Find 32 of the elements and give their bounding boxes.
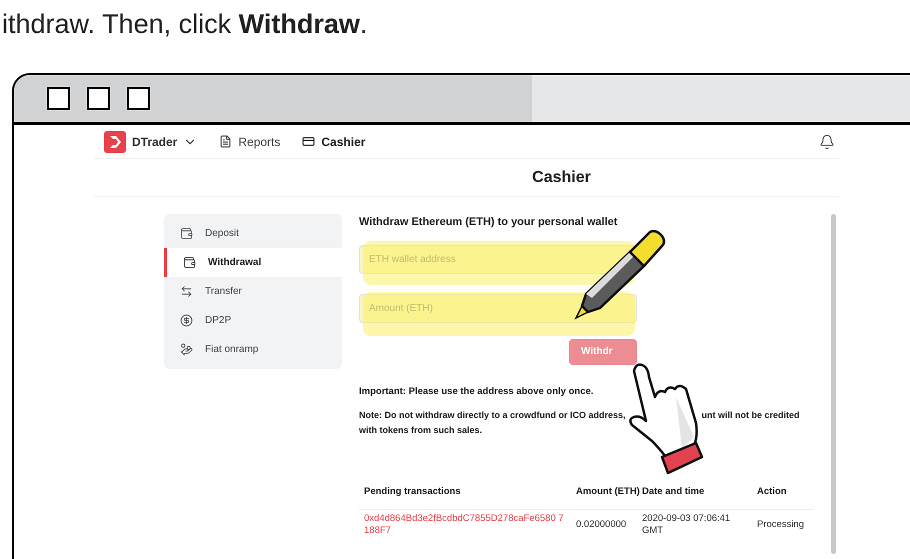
instruction-text: ithdraw. Then, click Withdraw. (2, 8, 368, 41)
page-title: Cashier (531, 168, 591, 188)
note-text: unt will not be credited (702, 408, 800, 422)
column-header: Amount (ETH) (576, 485, 641, 500)
document-icon (219, 135, 232, 148)
sidebar-item[interactable]: DP2P (164, 306, 342, 335)
column-header: Action (757, 485, 788, 500)
table-cell[interactable]: 0xd4d864Bd3e2fBcdbdC7855D278caFe6580 7188F7 (359, 512, 576, 537)
nav-link[interactable]: Cashier (302, 132, 366, 150)
window-control-icon[interactable] (87, 87, 110, 110)
notification-bell-icon[interactable] (819, 134, 835, 150)
platform-dropdown[interactable]: DTrader (132, 132, 198, 150)
table-cell-text: 2020-09-03 07:06:41 GMT (642, 512, 732, 537)
column-header: Pending transactions (363, 485, 462, 500)
window-control-icon[interactable] (127, 87, 150, 110)
table-cell-text: Processing (757, 518, 805, 531)
sidebar-item[interactable]: Fiat onramp (164, 335, 342, 364)
input-field[interactable]: ETH wallet address (359, 244, 637, 274)
note-text: Note: Do not withdraw directly to a crowdfund or ICO address, (359, 408, 626, 422)
sidebar-item[interactable]: Withdrawal (164, 248, 342, 277)
nav-link[interactable]: Reports (219, 132, 280, 150)
form-heading: Withdraw Ethereum (ETH) to your personal wallet (359, 215, 618, 230)
sidebar-item[interactable]: Transfer (164, 277, 342, 306)
input-field[interactable]: Amount (ETH) (359, 294, 637, 322)
scrollbar[interactable] (831, 214, 836, 554)
column-header: Date and time (642, 485, 706, 500)
note-text: with tokens from such sales. (359, 424, 484, 438)
table-cell-text: 0.02000000 (576, 518, 628, 531)
logo-icon (104, 130, 126, 152)
important-text: Important: Please use the address above only once. (359, 384, 594, 398)
sidebar-item[interactable]: Deposit (164, 219, 342, 248)
window-control-icon[interactable] (47, 87, 70, 110)
